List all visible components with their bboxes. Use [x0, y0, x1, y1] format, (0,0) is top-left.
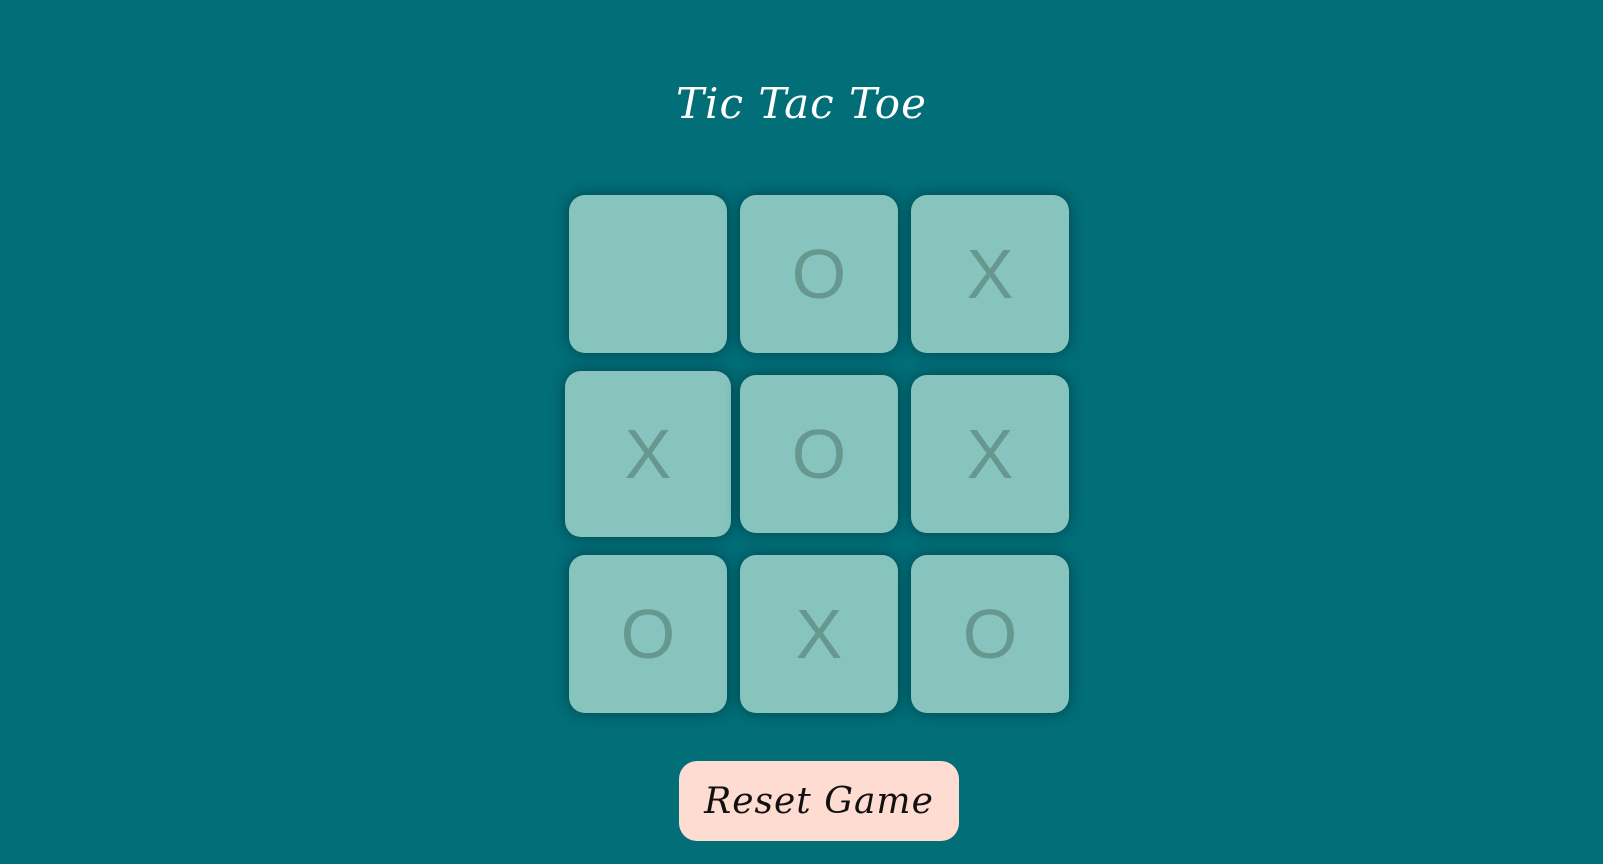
- board-cell-1[interactable]: [569, 195, 727, 353]
- board-cell-6[interactable]: X: [911, 375, 1069, 533]
- game-board: O X X O X O X O: [565, 195, 1069, 713]
- reset-game-button[interactable]: Reset Game: [679, 761, 959, 841]
- board-cell-2[interactable]: O: [740, 195, 898, 353]
- board-cell-7[interactable]: O: [569, 555, 727, 713]
- board-cell-3[interactable]: X: [911, 195, 1069, 353]
- board-cell-9[interactable]: O: [911, 555, 1069, 713]
- game-title: Tic Tac Toe: [676, 79, 927, 128]
- board-cell-8[interactable]: X: [740, 555, 898, 713]
- board-cell-4[interactable]: X: [565, 371, 731, 537]
- board-cell-5[interactable]: O: [740, 375, 898, 533]
